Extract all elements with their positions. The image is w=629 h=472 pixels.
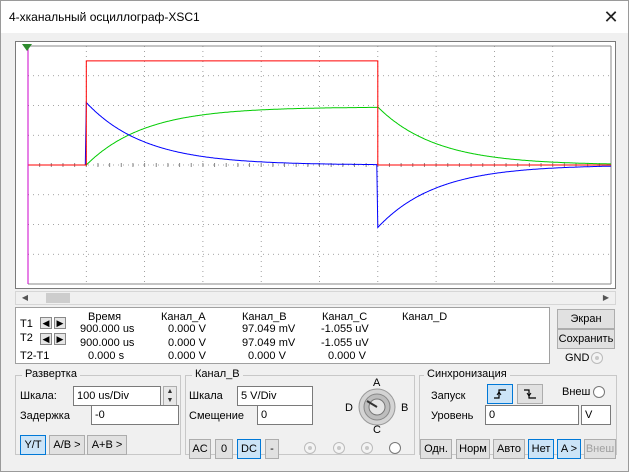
t1-right-arrow-icon[interactable]: ▶	[54, 317, 66, 329]
coupling-dc-button[interactable]: DC	[237, 439, 261, 459]
channel-selector-knob[interactable]: A D B C	[345, 377, 415, 437]
channel-radio-3[interactable]	[361, 442, 373, 454]
knob-label-d: D	[345, 402, 353, 414]
title-bar[interactable]: 4-хканальный осциллограф-XSC1 ✕	[1, 1, 628, 33]
delay-input[interactable]: -0	[91, 405, 179, 425]
gnd-label: GND	[565, 352, 590, 364]
cursor-marker-icon[interactable]	[22, 44, 32, 51]
channel-offset-label: Смещение	[189, 410, 245, 422]
gnd-radio[interactable]	[591, 352, 603, 364]
channel-scale-label: Шкала	[189, 390, 223, 402]
mode-yt-button[interactable]: Y/T	[20, 435, 46, 455]
header-time: Время	[88, 311, 122, 323]
window-title: 4-хканальный осциллограф-XSC1	[9, 10, 200, 24]
channel-radio-1[interactable]	[304, 442, 316, 454]
trigger-ext-button[interactable]: Внеш	[584, 439, 616, 459]
t2-channel-b: 97.049 mV	[242, 337, 296, 349]
channel-radio-2[interactable]	[333, 442, 345, 454]
header-channel-b: Канал_B	[242, 311, 287, 323]
channel-radio-4[interactable]	[389, 442, 401, 454]
horizontal-scrollbar[interactable]: ◀ ▶	[15, 291, 616, 305]
header-channel-a: Канал_A	[161, 311, 206, 323]
trigger-ext-label: Внеш	[562, 386, 591, 398]
delta-time: 0.000 s	[88, 350, 125, 362]
timebase-scale-input[interactable]: 100 us/Div	[73, 386, 161, 406]
coupling-zero-button[interactable]: 0	[215, 439, 233, 459]
timebase-scale-label: Шкала:	[20, 390, 57, 402]
row-label-t2: T2	[20, 332, 33, 344]
delta-channel-a: 0.000 V	[168, 350, 206, 362]
t1-left-arrow-icon[interactable]: ◀	[40, 317, 52, 329]
channel-offset-input[interactable]: 0	[257, 405, 313, 425]
trigger-auto-button[interactable]: Авто	[493, 439, 525, 459]
coupling-minus-button[interactable]: -	[265, 439, 279, 459]
oscilloscope-window: 4-хканальный осциллограф-XSC1 ✕ ◀ ▶ Врем…	[0, 0, 629, 472]
channel-scale-input[interactable]: 5 V/Div	[237, 386, 313, 406]
trigger-single-button[interactable]: Одн.	[420, 439, 452, 459]
t2-channel-c: -1.055 uV	[321, 337, 369, 349]
trigger-level-unit[interactable]: V	[581, 405, 611, 425]
delta-channel-b: 0.000 V	[248, 350, 286, 362]
t2-left-arrow-icon[interactable]: ◀	[40, 333, 52, 345]
scroll-thumb[interactable]	[46, 293, 70, 303]
mode-ab-button[interactable]: A/B >	[49, 435, 85, 455]
trigger-level-input[interactable]: 0	[485, 405, 579, 425]
channel-title: Канал_B	[192, 368, 243, 380]
close-icon[interactable]: ✕	[598, 5, 624, 29]
delta-channel-c: 0.000 V	[328, 350, 366, 362]
trigger-edge-label: Запуск	[431, 390, 466, 402]
delay-label: Задержка	[20, 410, 70, 422]
cursor-readout-panel: Время Канал_A Канал_B Канал_C Канал_D T1…	[15, 307, 550, 364]
trigger-normal-button[interactable]: Норм	[456, 439, 490, 459]
scroll-left-icon[interactable]: ◀	[18, 292, 32, 304]
trigger-none-button[interactable]: Нет	[528, 439, 554, 459]
row-label-t2-t1: T2-T1	[20, 350, 50, 362]
coupling-ac-button[interactable]: AC	[189, 439, 211, 459]
trigger-ext-radio[interactable]	[593, 386, 605, 398]
trigger-title: Синхронизация	[424, 368, 510, 380]
timebase-title: Развертка	[22, 368, 80, 380]
t1-channel-c: -1.055 uV	[321, 323, 369, 335]
screen-button[interactable]: Экран	[557, 309, 615, 329]
t2-time: 900.000 us	[80, 337, 135, 349]
t2-channel-a: 0.000 V	[168, 337, 206, 349]
scroll-right-icon[interactable]: ▶	[599, 292, 613, 304]
timebase-scale-spinner[interactable]: ▲ ▼	[163, 386, 177, 406]
row-label-t1: T1	[20, 318, 33, 330]
knob-label-a: A	[373, 377, 381, 389]
mode-a-plus-b-button[interactable]: A+B >	[87, 435, 127, 455]
rising-edge-icon[interactable]	[487, 384, 513, 404]
header-channel-d: Канал_D	[402, 311, 448, 323]
falling-edge-icon[interactable]	[517, 384, 543, 404]
knob-label-b: B	[401, 402, 409, 414]
save-button[interactable]: Сохранить	[557, 329, 615, 349]
waveform-display	[22, 44, 612, 285]
t1-channel-b: 97.049 mV	[242, 323, 296, 335]
t1-channel-a: 0.000 V	[168, 323, 206, 335]
t1-time: 900.000 us	[80, 323, 135, 335]
trigger-level-label: Уровень	[431, 410, 474, 422]
trigger-a-button[interactable]: A >	[557, 439, 581, 459]
t2-right-arrow-icon[interactable]: ▶	[54, 333, 66, 345]
oscilloscope-screen	[15, 41, 616, 289]
knob-label-c: C	[373, 424, 381, 436]
header-channel-c: Канал_C	[322, 311, 368, 323]
